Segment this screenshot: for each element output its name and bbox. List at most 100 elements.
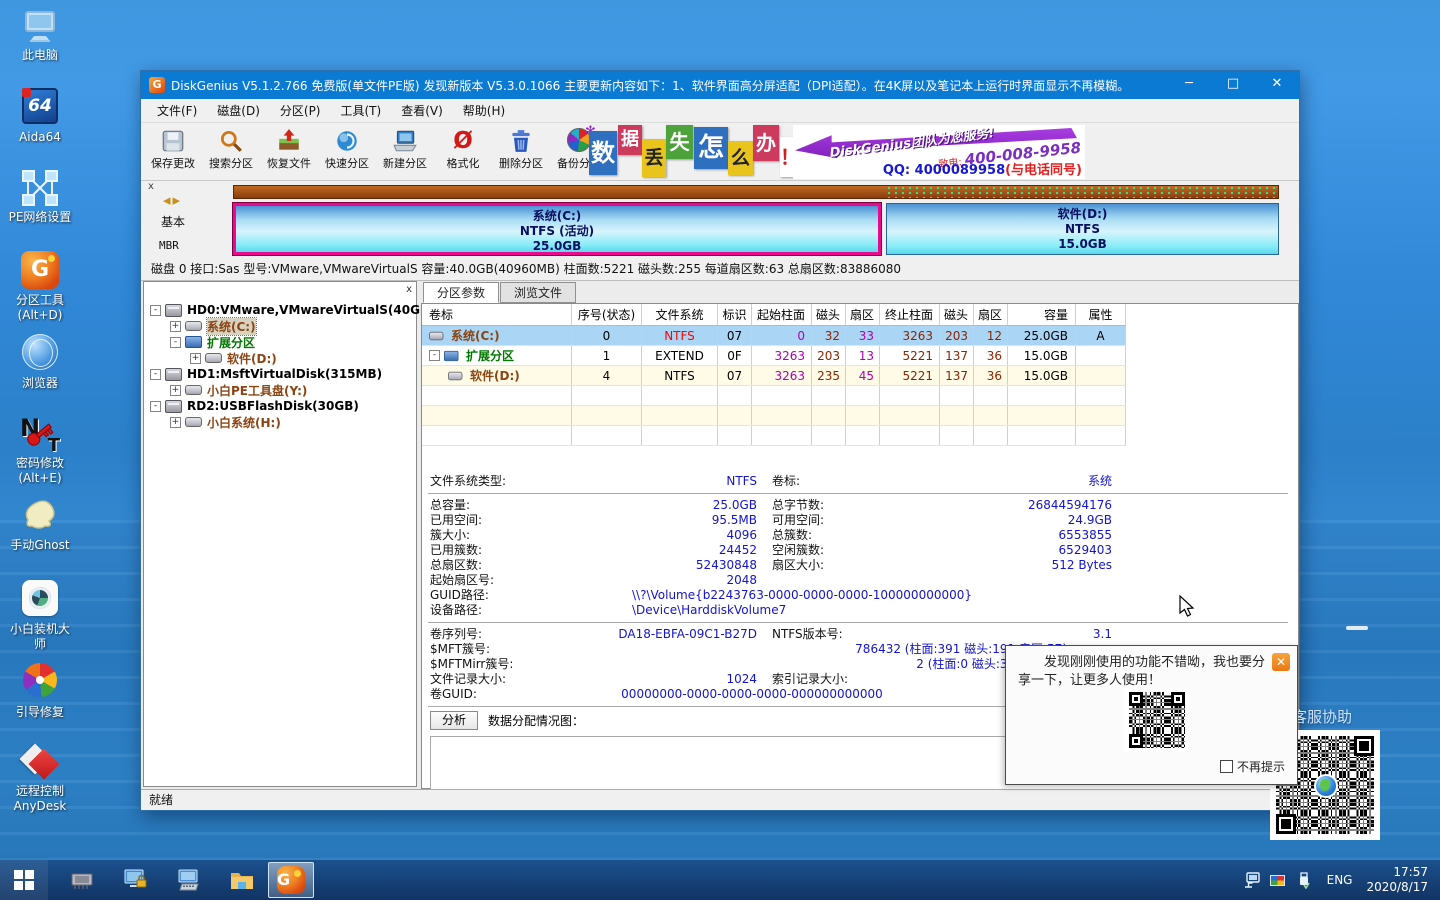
toolbar-new-partition[interactable]: 新建分区 [377, 126, 433, 178]
disk-tree-panel: x -HD0:VMware,VMwareVirtualS(40GB) +系统(C… [143, 281, 417, 787]
desktop-icon-xiaobai[interactable]: 小白装机大师 [4, 578, 76, 652]
menu-tools[interactable]: 工具(T) [331, 99, 392, 122]
tree-item-hd0[interactable]: -HD0:VMware,VMwareVirtualS(40GB) [150, 302, 435, 318]
toolbar-save-changes[interactable]: 保存更改 [145, 126, 201, 178]
no-more-prompt-checkbox[interactable]: 不再提示 [1220, 758, 1285, 775]
checkbox-icon[interactable] [1220, 760, 1233, 773]
save-icon [160, 128, 186, 154]
desktop-icon-this-pc[interactable]: 此电脑 [4, 6, 76, 63]
taskbar-pc-lock-tool[interactable] [116, 860, 156, 900]
menu-partition[interactable]: 分区(P) [270, 99, 331, 122]
ghost-icon [20, 496, 60, 536]
partition-icon [185, 385, 202, 395]
hdd-icon [165, 304, 182, 317]
close-button[interactable]: ✕ [1255, 71, 1299, 99]
desktop-icon-pe-network[interactable]: PE网络设置 [4, 168, 76, 225]
taskbar-diskgenius-active[interactable]: G [268, 862, 314, 898]
table-row-system-c[interactable]: 系统(C:) 0NTFS070323332632031225.0GBA [422, 326, 1126, 346]
menu-help[interactable]: 帮助(H) [453, 99, 515, 122]
table-row-software-d[interactable]: 软件(D:) 4NTFS0732632354552211373615.0GB [422, 366, 1126, 386]
taskbar-ram-tool[interactable] [62, 860, 102, 900]
popup-qr-code [1129, 692, 1185, 748]
toolbar-search-partition[interactable]: 搜索分区 [203, 126, 259, 178]
partition-table-type-label: MBR [159, 239, 179, 252]
toolbar-format[interactable]: Ø 格式化 [435, 126, 491, 178]
taskbar-file-explorer[interactable] [222, 860, 262, 900]
desktop-icon-browser[interactable]: 浏览器 [4, 332, 76, 391]
disk-strip [233, 185, 1279, 199]
ad-tile: 失 [666, 125, 693, 159]
menu-view[interactable]: 查看(V) [391, 99, 453, 122]
table-row-extended[interactable]: -扩展分区 1EXTEND0F32632031352211373615.0GB [422, 346, 1126, 366]
tree-item-extended[interactable]: -扩展分区 [170, 334, 255, 350]
table-header: 卷标序号(状态)文件系统标识起始柱面磁头扇区终止柱面磁头扇区容量属性 [422, 304, 1126, 326]
language-indicator[interactable]: ENG [1317, 873, 1363, 887]
ad-tile: 数 [589, 131, 617, 175]
boot-repair-pinwheel-icon [20, 663, 60, 703]
horizon-highlight [1346, 626, 1368, 630]
toolbar-quick-partition[interactable]: 快速分区 [319, 126, 375, 178]
menu-disk[interactable]: 磁盘(D) [207, 99, 270, 122]
service-banner[interactable]: DiskGenius团队为您服务! 致电: 400-008-9958 QQ: 4… [793, 125, 1085, 179]
maximize-button[interactable]: □ [1211, 71, 1255, 99]
partition-bar-d[interactable]: 软件(D:) NTFS 15.0GB [886, 203, 1279, 255]
tray-display[interactable] [1265, 860, 1291, 900]
extended-partition-icon [444, 350, 458, 360]
analyze-button[interactable]: 分析 [430, 711, 478, 730]
partition-bar-c[interactable]: 系统(C:) NTFS (活动) 25.0GB [233, 203, 881, 255]
diskgenius-icon: G [20, 251, 60, 291]
tree-close-icon[interactable]: x [406, 284, 412, 295]
taskbar: G ENG 17:57 2020/8/17 [0, 860, 1440, 900]
partition-icon [429, 331, 443, 340]
menu-file[interactable]: 文件(F) [147, 99, 207, 122]
ad-tile: 办 [753, 125, 779, 161]
desktop-icon-ghost[interactable]: 手动Ghost [4, 496, 76, 553]
ad-tile: 么 [728, 141, 753, 175]
panel-close-icon[interactable]: x [145, 181, 157, 193]
tree-item-xiaobai-h[interactable]: +小白系统(H:) [170, 414, 281, 430]
tree-item-pe-tool-y[interactable]: +小白PE工具盘(Y:) [170, 382, 307, 398]
tree-item-rd2[interactable]: -RD2:USBFlashDisk(30GB) [150, 398, 359, 414]
usb-icon [1295, 871, 1313, 889]
tab-partition-params[interactable]: 分区参数 [423, 282, 499, 303]
partition-icon [185, 417, 202, 427]
minimize-button[interactable]: ─ [1167, 71, 1211, 99]
extended-area-dots [887, 186, 1278, 198]
mouse-cursor [1178, 595, 1196, 622]
window-titlebar[interactable]: G DiskGenius V5.1.2.766 免费版(单文件PE版) 发现新版… [141, 71, 1299, 99]
ad-tile: 据 [618, 125, 642, 155]
desktop-icon-anydesk[interactable]: 远程控制AnyDesk [4, 742, 76, 814]
taskbar-keyboard-tool[interactable] [168, 860, 208, 900]
tree-item-software-d[interactable]: +软件(D:) [190, 350, 277, 366]
table-row-empty [422, 426, 1126, 446]
popup-close-icon[interactable]: ✕ [1272, 653, 1290, 671]
format-icon: Ø [450, 128, 476, 154]
tray-usb[interactable] [1291, 860, 1317, 900]
keyboard-monitor-icon [175, 867, 201, 893]
system-tray: ENG 17:57 2020/8/17 [1239, 860, 1440, 900]
desktop: 此电脑 64 Aida64 PE网络设置 G 分区工具(Alt+D) 浏览器 N… [0, 0, 1440, 900]
tray-network[interactable] [1239, 860, 1265, 900]
window-title: DiskGenius V5.1.2.766 免费版(单文件PE版) 发现新版本 … [171, 77, 1167, 94]
desktop-icon-password[interactable]: NT 密码修改(Alt+E) [4, 414, 76, 486]
tab-browse-files[interactable]: 浏览文件 [500, 282, 576, 303]
desktop-icon-aida64[interactable]: 64 Aida64 [4, 86, 76, 145]
hdd-icon [165, 400, 182, 413]
clock[interactable]: 17:57 2020/8/17 [1362, 865, 1440, 895]
toolbar-delete-partition[interactable]: 删除分区 [493, 126, 549, 178]
partition-icon [185, 321, 202, 331]
toolbar-recover-files[interactable]: 恢复文件 [261, 126, 317, 178]
app-icon: G [149, 77, 165, 93]
tree-item-system-c[interactable]: +系统(C:) [170, 318, 256, 334]
qr-center-globe-icon [1314, 774, 1338, 798]
alloc-map-label: 数据分配情况图： [488, 712, 584, 729]
nav-arrows-icon[interactable]: ◂▸ [163, 191, 182, 209]
nt-password-key-icon: NT [20, 414, 60, 454]
desktop-icon-bootfix[interactable]: 引导修复 [4, 660, 76, 720]
share-popup: ✕ 发现刚刚使用的功能不错呦，我也要分享一下，让更多人使用！ 不再提示 [1005, 645, 1298, 785]
tree-item-hd1[interactable]: -HD1:MsftVirtualDisk(315MB) [150, 366, 382, 382]
desktop-icon-diskgenius[interactable]: G 分区工具(Alt+D) [4, 250, 76, 323]
partition-icon [448, 371, 462, 380]
browser-globe-icon [20, 334, 60, 374]
start-button[interactable] [0, 860, 48, 900]
